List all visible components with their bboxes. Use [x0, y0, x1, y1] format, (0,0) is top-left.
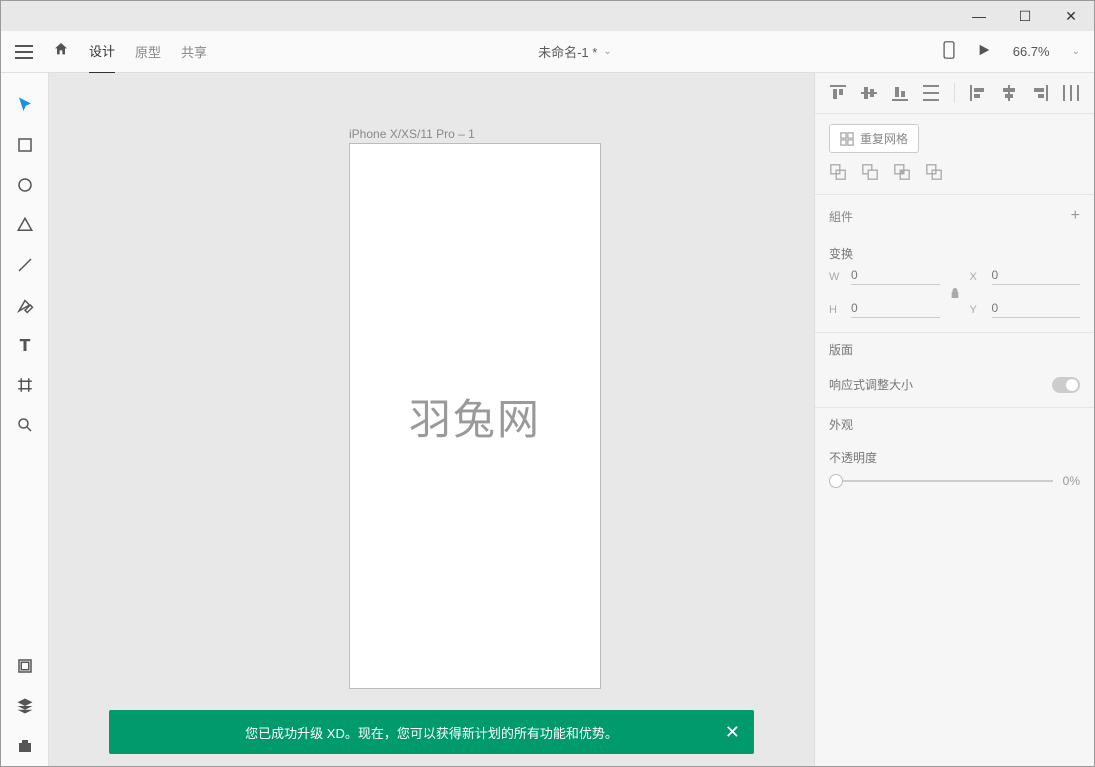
appearance-section-title: 外观	[829, 416, 1080, 433]
main-area: iPhone X/XS/11 Pro – 1 羽兔网 您已成功升级 XD。现在，…	[1, 73, 1094, 766]
height-label: H	[829, 304, 843, 316]
align-left-icon[interactable]	[965, 79, 992, 107]
align-top-icon[interactable]	[825, 79, 852, 107]
transform-section-title: 变换	[829, 245, 1080, 262]
responsive-resize-toggle[interactable]	[1052, 377, 1080, 393]
line-tool-icon[interactable]	[1, 245, 49, 285]
play-icon[interactable]	[977, 43, 991, 60]
properties-panel: 重复网格 組件 + 变换 W 0 X 0 H 0 Y 0	[814, 73, 1094, 766]
home-icon[interactable]	[53, 41, 69, 62]
bool-subtract-icon[interactable]	[861, 163, 879, 184]
select-tool-icon[interactable]	[1, 85, 49, 125]
layers-panel-icon[interactable]	[1, 686, 49, 726]
align-vcenter-icon[interactable]	[856, 79, 883, 107]
pen-tool-icon[interactable]	[1, 285, 49, 325]
layout-section-title: 版面	[829, 341, 1080, 358]
width-input[interactable]: 0	[851, 268, 940, 285]
component-section-title: 組件	[829, 208, 853, 225]
x-input[interactable]: 0	[992, 268, 1081, 285]
top-toolbar: 设计 原型 共享 未命名-1 * ⌄ 66.7% ⌄	[1, 31, 1094, 73]
tab-prototype[interactable]: 原型	[135, 30, 161, 73]
opacity-value[interactable]: 0%	[1063, 474, 1080, 488]
polygon-tool-icon[interactable]	[1, 205, 49, 245]
toast-close-icon[interactable]: ✕	[725, 722, 740, 743]
align-row	[815, 73, 1094, 114]
distribute-h-icon[interactable]	[1057, 79, 1084, 107]
y-label: Y	[970, 304, 984, 316]
component-section: 組件 +	[815, 195, 1094, 237]
tab-share[interactable]: 共享	[181, 30, 207, 73]
artboard[interactable]: 羽兔网	[349, 143, 601, 689]
rectangle-tool-icon[interactable]	[1, 125, 49, 165]
artboard-tool-icon[interactable]	[1, 365, 49, 405]
bool-add-icon[interactable]	[829, 163, 847, 184]
window-titlebar: — ☐ ✕	[1, 1, 1094, 31]
align-bottom-icon[interactable]	[887, 79, 914, 107]
boolean-ops-row	[829, 163, 1080, 184]
transform-grid: W 0 X 0 H 0 Y 0	[815, 262, 1094, 333]
distribute-v-icon[interactable]	[917, 79, 944, 107]
zoom-level[interactable]: 66.7%	[1013, 44, 1050, 59]
bool-intersect-icon[interactable]	[893, 163, 911, 184]
x-label: X	[970, 271, 984, 283]
tab-design[interactable]: 设计	[89, 29, 115, 74]
repeat-grid-icon	[840, 132, 854, 146]
watermark-text: 羽兔网	[409, 386, 541, 447]
align-hcenter-icon[interactable]	[996, 79, 1023, 107]
plugins-panel-icon[interactable]	[1, 726, 49, 766]
device-preview-icon[interactable]	[943, 41, 955, 62]
repeat-grid-label: 重复网格	[860, 130, 908, 147]
canvas[interactable]: iPhone X/XS/11 Pro – 1 羽兔网 您已成功升级 XD。现在，…	[49, 73, 814, 766]
align-right-icon[interactable]	[1026, 79, 1053, 107]
zoom-dropdown-icon[interactable]: ⌄	[1072, 46, 1080, 57]
window-close-button[interactable]: ✕	[1048, 1, 1094, 31]
window-minimize-button[interactable]: —	[956, 1, 1002, 31]
lock-aspect-icon[interactable]	[948, 287, 962, 299]
y-input[interactable]: 0	[992, 301, 1081, 318]
toast-message: 您已成功升级 XD。现在，您可以获得新计划的所有功能和优势。	[245, 723, 618, 742]
repeat-grid-button[interactable]: 重复网格	[829, 124, 919, 153]
height-input[interactable]: 0	[851, 301, 940, 318]
document-title[interactable]: 未命名-1 *	[538, 42, 597, 61]
zoom-tool-icon[interactable]	[1, 405, 49, 445]
text-tool-icon[interactable]	[1, 325, 49, 365]
ellipse-tool-icon[interactable]	[1, 165, 49, 205]
width-label: W	[829, 271, 843, 283]
bool-exclude-icon[interactable]	[925, 163, 943, 184]
window-maximize-button[interactable]: ☐	[1002, 1, 1048, 31]
assets-panel-icon[interactable]	[1, 646, 49, 686]
opacity-label: 不透明度	[829, 449, 1080, 466]
responsive-resize-label: 响应式调整大小	[829, 376, 913, 393]
tool-rail	[1, 73, 49, 766]
document-dropdown-icon[interactable]: ⌄	[603, 46, 611, 57]
upgrade-toast: 您已成功升级 XD。现在，您可以获得新计划的所有功能和优势。 ✕	[109, 710, 754, 754]
opacity-slider[interactable]	[829, 480, 1053, 482]
add-component-icon[interactable]: +	[1071, 207, 1080, 225]
artboard-label[interactable]: iPhone X/XS/11 Pro – 1	[349, 127, 475, 141]
hamburger-menu-icon[interactable]	[15, 45, 33, 59]
